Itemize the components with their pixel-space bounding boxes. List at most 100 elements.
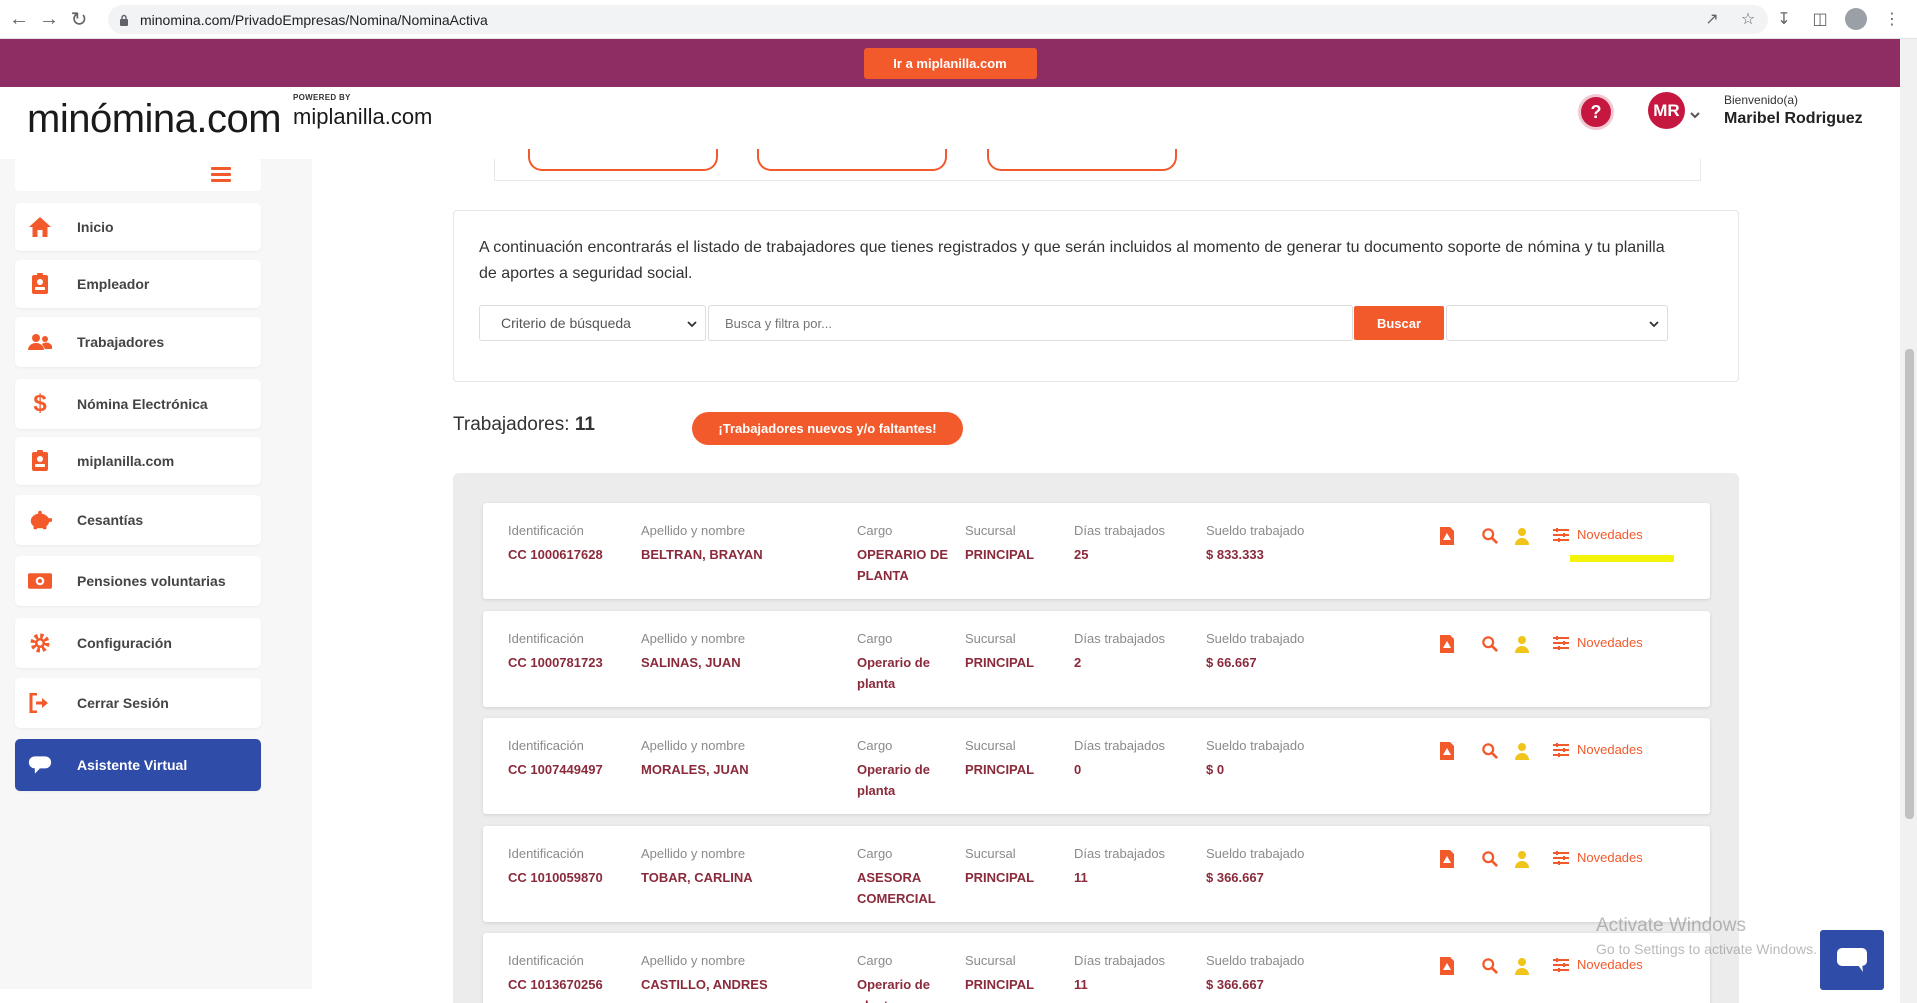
forward-icon[interactable]: → bbox=[34, 4, 64, 34]
share-icon[interactable]: ↗ bbox=[1701, 8, 1723, 30]
sidebar-item-cerrar-sesion[interactable]: Cerrar Sesión bbox=[15, 678, 261, 728]
id-label: Identificación bbox=[508, 523, 584, 538]
dias-label: Días trabajados bbox=[1074, 953, 1166, 968]
sueldo-label: Sueldo trabajado bbox=[1206, 953, 1305, 968]
user-icon[interactable] bbox=[1514, 527, 1530, 545]
filter-select[interactable] bbox=[1446, 305, 1668, 341]
avatar[interactable]: MR bbox=[1648, 92, 1685, 129]
search-icon[interactable] bbox=[1482, 635, 1498, 653]
home-icon bbox=[28, 215, 52, 239]
novedades-link[interactable]: Novedades bbox=[1553, 742, 1643, 757]
sueldo-value: $ 366.667 bbox=[1206, 977, 1264, 992]
table-row: Identificación CC 1007449497 Apellido y n… bbox=[483, 718, 1710, 814]
sidebar-item-inicio[interactable]: Inicio bbox=[15, 203, 261, 251]
search-input[interactable] bbox=[708, 305, 1353, 341]
sidepanel-icon[interactable]: ◫ bbox=[1809, 8, 1831, 30]
sucursal-value: PRINCIPAL bbox=[965, 870, 1035, 885]
id-label: Identificación bbox=[508, 738, 584, 753]
hamburger-icon[interactable] bbox=[211, 167, 231, 183]
table-row: Identificación CC 1010059870 Apellido y n… bbox=[483, 826, 1710, 922]
missing-workers-button[interactable]: ¡Trabajadores nuevos y/o faltantes! bbox=[692, 412, 963, 445]
miplanilla-logo: POWERED BY miplanilla.com bbox=[293, 93, 432, 130]
sidebar-item-configuracion[interactable]: Configuración bbox=[15, 618, 261, 668]
sidebar-item-label: Nómina Electrónica bbox=[77, 396, 208, 412]
windows-activation-watermark: Activate Windows Go to Settings to activ… bbox=[1596, 915, 1817, 957]
user-icon[interactable] bbox=[1514, 850, 1530, 868]
sidebar-item-miplanilla[interactable]: miplanilla.com bbox=[15, 437, 261, 485]
summary-pill[interactable] bbox=[528, 149, 718, 171]
sidebar-item-label: Pensiones voluntarias bbox=[77, 573, 226, 589]
sueldo-label: Sueldo trabajado bbox=[1206, 846, 1305, 861]
sucursal-value: PRINCIPAL bbox=[965, 977, 1035, 992]
address-bar[interactable]: minomina.com/PrivadoEmpresas/Nomina/Nomi… bbox=[108, 5, 1768, 34]
bookmark-star-icon[interactable]: ☆ bbox=[1737, 8, 1759, 30]
novedades-link[interactable]: Novedades bbox=[1553, 635, 1643, 650]
cargo-label: Cargo bbox=[857, 631, 893, 646]
chat-widget-button[interactable] bbox=[1820, 930, 1884, 990]
dias-label: Días trabajados bbox=[1074, 846, 1166, 861]
user-icon[interactable] bbox=[1514, 742, 1530, 760]
novedades-link[interactable]: Novedades bbox=[1553, 957, 1643, 972]
search-icon[interactable] bbox=[1482, 850, 1498, 868]
search-criteria-select[interactable]: Criterio de búsqueda bbox=[479, 305, 706, 341]
name-label: Apellido y nombre bbox=[641, 631, 746, 646]
user-name: Maribel Rodriguez bbox=[1724, 110, 1863, 127]
sucursal-label: Sucursal bbox=[965, 738, 1016, 753]
sidebar-item-cesantias[interactable]: Cesantías bbox=[15, 495, 261, 545]
pdf-icon[interactable] bbox=[1439, 527, 1455, 545]
download-icon[interactable]: ↧ bbox=[1773, 8, 1795, 30]
search-button[interactable]: Buscar bbox=[1354, 306, 1444, 340]
kebab-menu-icon[interactable]: ⋮ bbox=[1881, 8, 1903, 30]
page-scrollbar[interactable] bbox=[1900, 39, 1917, 1003]
name-value: CASTILLO, ANDRES bbox=[641, 977, 768, 992]
pdf-icon[interactable] bbox=[1439, 850, 1455, 868]
dias-value: 11 bbox=[1074, 870, 1088, 885]
search-icon[interactable] bbox=[1482, 527, 1498, 545]
name-value: SALINAS, JUAN bbox=[641, 655, 741, 670]
pdf-icon[interactable] bbox=[1439, 742, 1455, 760]
user-icon[interactable] bbox=[1514, 635, 1530, 653]
novedades-link[interactable]: Novedades bbox=[1553, 527, 1643, 542]
sucursal-value: PRINCIPAL bbox=[965, 762, 1035, 777]
sidebar-item-empleador[interactable]: Empleador bbox=[15, 260, 261, 308]
reload-icon[interactable]: ↻ bbox=[64, 4, 94, 34]
pdf-icon[interactable] bbox=[1439, 635, 1455, 653]
summary-pill[interactable] bbox=[987, 149, 1177, 171]
sidebar-item-label: Empleador bbox=[77, 276, 150, 292]
scrollbar-thumb[interactable] bbox=[1905, 349, 1914, 819]
sueldo-value: $ 0 bbox=[1206, 762, 1225, 777]
chevron-down-icon[interactable] bbox=[1689, 109, 1701, 121]
chat-icon bbox=[1837, 948, 1867, 972]
menu-toggle[interactable] bbox=[15, 159, 261, 191]
novedades-link[interactable]: Novedades bbox=[1553, 850, 1643, 865]
logout-icon bbox=[28, 691, 52, 715]
powered-by-text: POWERED BY bbox=[293, 93, 351, 102]
profile-icon[interactable] bbox=[1845, 8, 1867, 30]
back-icon[interactable]: ← bbox=[4, 4, 34, 34]
sucursal-label: Sucursal bbox=[965, 846, 1016, 861]
chevron-down-icon bbox=[1649, 321, 1659, 328]
sidebar-item-pensiones[interactable]: Pensiones voluntarias bbox=[15, 556, 261, 606]
summary-pill[interactable] bbox=[757, 149, 947, 171]
search-icon[interactable] bbox=[1482, 957, 1498, 975]
user-icon[interactable] bbox=[1514, 957, 1530, 975]
dias-value: 0 bbox=[1074, 762, 1082, 777]
dollar-icon: $ bbox=[33, 390, 47, 417]
logo-secondary-text: miplanilla.com bbox=[293, 104, 433, 129]
pdf-icon[interactable] bbox=[1439, 957, 1455, 975]
sidebar-item-nomina-electronica[interactable]: $ Nómina Electrónica bbox=[15, 379, 261, 429]
gear-icon bbox=[28, 631, 52, 655]
sidebar-item-label: Asistente Virtual bbox=[77, 757, 188, 773]
sucursal-value: PRINCIPAL bbox=[965, 655, 1035, 670]
table-row: Identificación CC 1000781723 Apellido y n… bbox=[483, 611, 1710, 707]
chat-icon bbox=[28, 753, 52, 777]
sidebar: Inicio Empleador Trabajadores $ Nómina E… bbox=[0, 159, 312, 989]
sidebar-item-trabajadores[interactable]: Trabajadores bbox=[15, 317, 261, 367]
minomina-logo[interactable]: minómina.com bbox=[27, 97, 282, 142]
sidebar-item-asistente-virtual[interactable]: Asistente Virtual bbox=[15, 739, 261, 791]
go-miplanilla-button[interactable]: Ir a miplanilla.com bbox=[863, 47, 1037, 79]
promo-bar: Ir a miplanilla.com bbox=[0, 39, 1900, 87]
help-icon[interactable]: ? bbox=[1578, 94, 1614, 130]
search-icon[interactable] bbox=[1482, 742, 1498, 760]
watermark-title: Activate Windows bbox=[1596, 915, 1746, 936]
